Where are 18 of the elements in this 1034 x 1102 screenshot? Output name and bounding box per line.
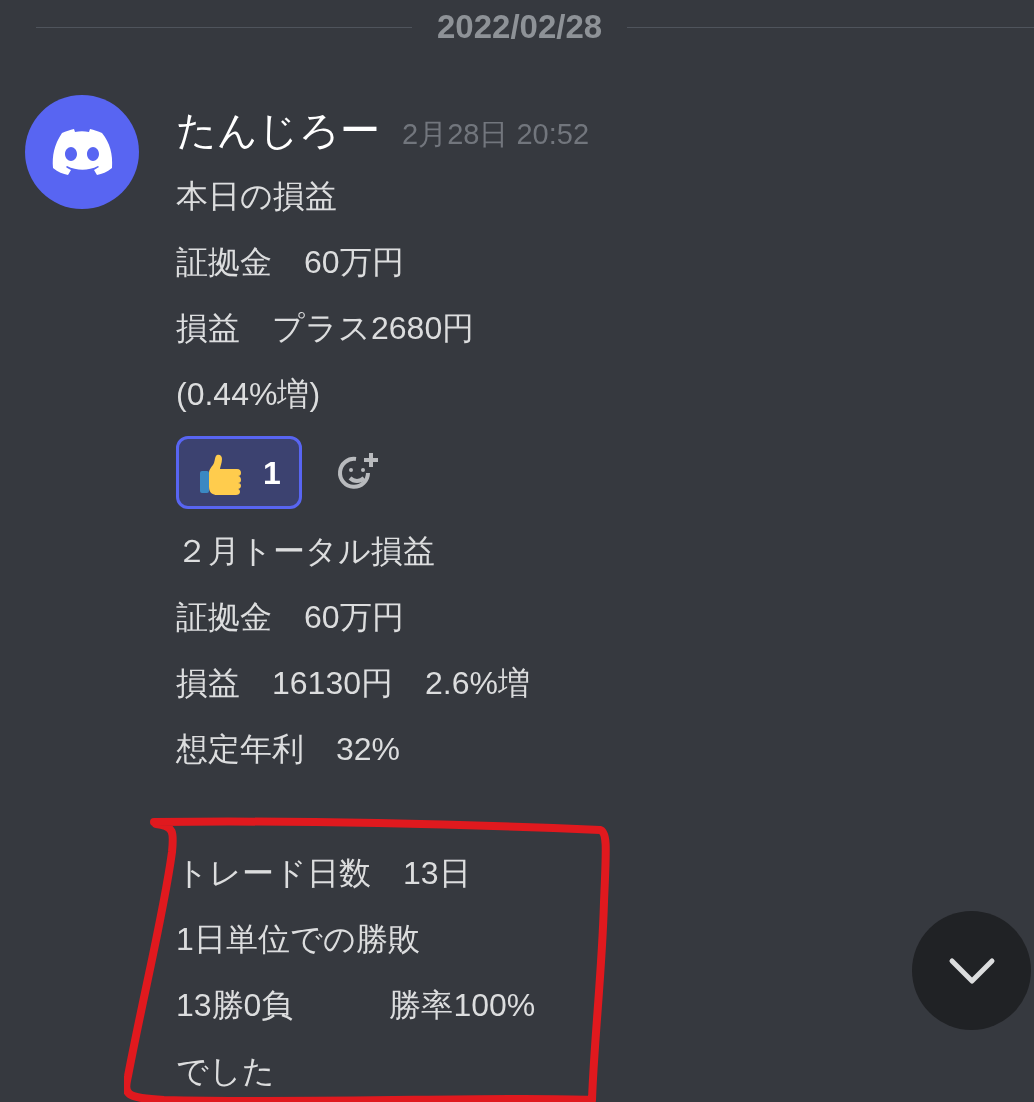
- message-line: (0.44%増): [176, 375, 322, 414]
- message-line: 証拠金 60万円: [176, 598, 405, 637]
- message-line: 証拠金 60万円: [176, 243, 405, 282]
- chevron-down-icon: [947, 956, 996, 985]
- message-line: ２月トータル損益: [176, 532, 436, 571]
- message-line: 損益 プラス2680円: [176, 309, 476, 348]
- message-line: 1日単位での勝敗: [176, 920, 421, 959]
- message-line: 損益 16130円 2.6%増: [176, 664, 531, 703]
- message-line: でした: [176, 1052, 276, 1091]
- avatar-icon[interactable]: [25, 95, 139, 209]
- message-line: トレード日数 13日: [176, 854, 472, 893]
- message-line: 本日の損益: [176, 177, 338, 216]
- timestamp: 2月28日 20:52: [402, 117, 589, 152]
- reaction-button[interactable]: 1: [176, 436, 302, 509]
- date-divider: 2022/02/28: [436, 7, 604, 48]
- message-line: 想定年利 32%: [176, 730, 402, 769]
- message-line: 13勝0負 勝率100%: [176, 986, 536, 1025]
- author-name[interactable]: たんじろー: [176, 97, 380, 163]
